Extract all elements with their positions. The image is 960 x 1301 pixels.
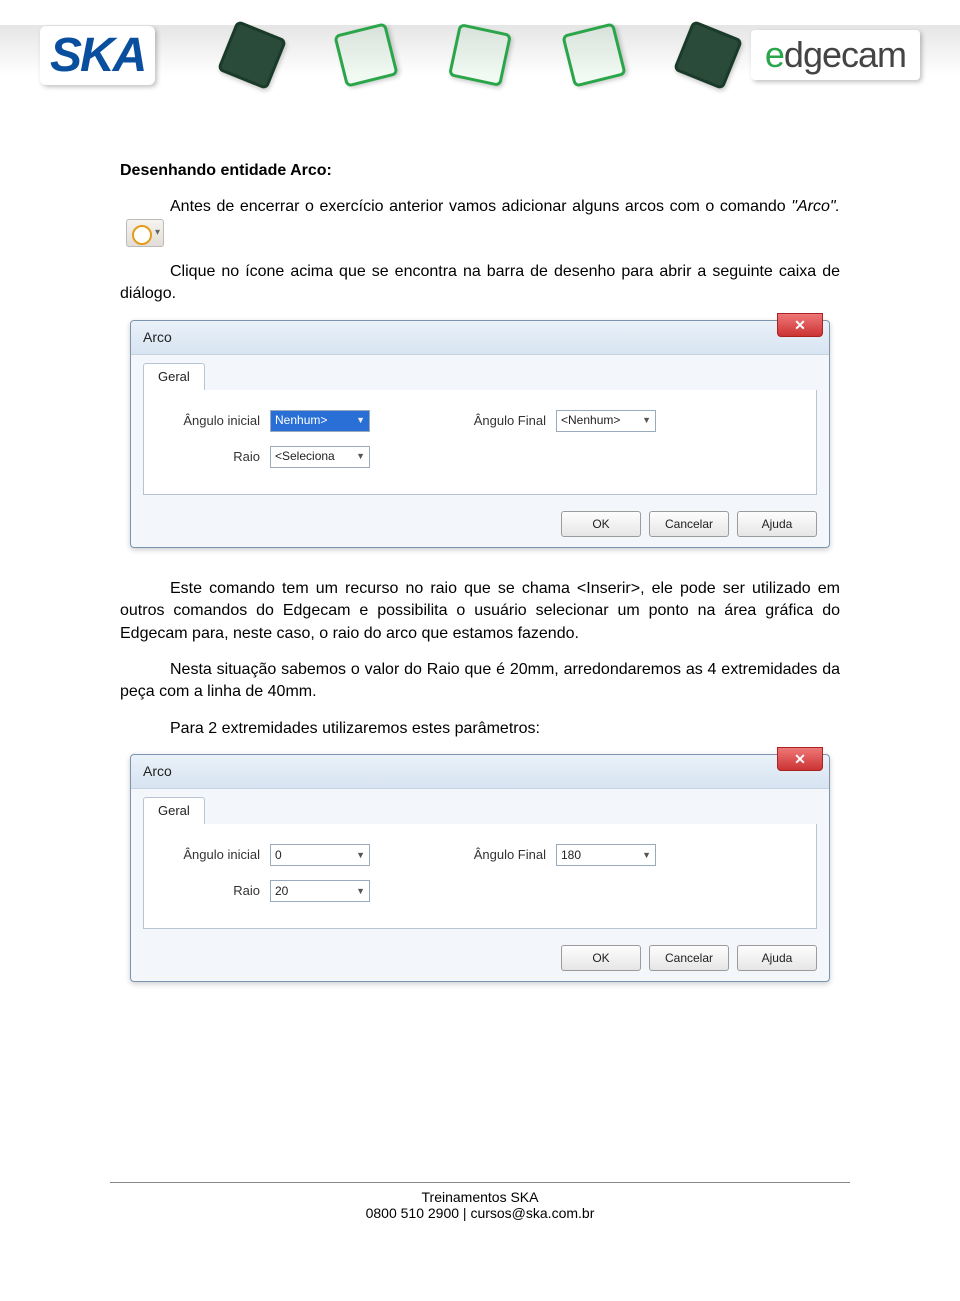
close-button[interactable]: ✕ xyxy=(777,747,823,771)
paragraph-4: Nesta situação sabemos o valor do Raio q… xyxy=(120,659,840,704)
chevron-down-icon: ▼ xyxy=(356,885,365,898)
angulo-final-label: Ângulo Final xyxy=(450,412,546,430)
dialog-title: Arco xyxy=(143,763,172,779)
close-button[interactable]: ✕ xyxy=(777,313,823,337)
cancel-button[interactable]: Cancelar xyxy=(649,511,729,537)
angulo-final-input[interactable]: <Nenhum>▼ xyxy=(556,410,656,432)
raio-label: Raio xyxy=(164,882,260,900)
angulo-inicial-input[interactable]: 0▼ xyxy=(270,844,370,866)
angulo-inicial-input[interactable]: Nenhum>▼ xyxy=(270,410,370,432)
arc-tool-icon xyxy=(126,219,164,247)
chevron-down-icon: ▼ xyxy=(642,849,651,862)
tab-geral[interactable]: Geral xyxy=(143,797,205,824)
raio-label: Raio xyxy=(164,448,260,466)
chevron-down-icon: ▼ xyxy=(356,414,365,427)
raio-input[interactable]: <Seleciona▼ xyxy=(270,446,370,468)
angulo-final-input[interactable]: 180▼ xyxy=(556,844,656,866)
ok-button[interactable]: OK xyxy=(561,945,641,971)
paragraph-5: Para 2 extremidades utilizaremos estes p… xyxy=(120,718,840,740)
section-title: Desenhando entidade Arco: xyxy=(120,160,840,182)
dialog-title: Arco xyxy=(143,329,172,345)
arc-dialog-1: Arco ✕ Geral Ângulo inicial Nenhum>▼ Rai… xyxy=(130,320,830,548)
tab-geral[interactable]: Geral xyxy=(143,363,205,390)
chevron-down-icon: ▼ xyxy=(356,450,365,463)
edgecam-logo: edgecam xyxy=(751,30,920,80)
footer-line-2: 0800 510 2900 | cursos@ska.com.br xyxy=(0,1205,960,1221)
chevron-down-icon: ▼ xyxy=(356,849,365,862)
chevron-down-icon: ▼ xyxy=(642,414,651,427)
page-header: SKA edgecam xyxy=(0,0,960,110)
footer-line-1: Treinamentos SKA xyxy=(0,1189,960,1205)
dialog-titlebar: Arco ✕ xyxy=(131,321,829,355)
paragraph-3: Este comando tem um recurso no raio que … xyxy=(120,578,840,645)
page-footer: Treinamentos SKA 0800 510 2900 | cursos@… xyxy=(0,1182,960,1221)
angulo-final-label: Ângulo Final xyxy=(450,846,546,864)
help-button[interactable]: Ajuda xyxy=(737,511,817,537)
help-button[interactable]: Ajuda xyxy=(737,945,817,971)
ska-logo: SKA xyxy=(40,26,155,85)
dialog-titlebar: Arco ✕ xyxy=(131,755,829,789)
raio-input[interactable]: 20▼ xyxy=(270,880,370,902)
arc-dialog-2: Arco ✕ Geral Ângulo inicial 0▼ Raio xyxy=(130,754,830,982)
angulo-inicial-label: Ângulo inicial xyxy=(164,412,260,430)
cancel-button[interactable]: Cancelar xyxy=(649,945,729,971)
angulo-inicial-label: Ângulo inicial xyxy=(164,846,260,864)
paragraph-2: Clique no ícone acima que se encontra na… xyxy=(120,261,840,306)
paragraph-1: Antes de encerrar o exercício anterior v… xyxy=(120,196,840,246)
ok-button[interactable]: OK xyxy=(561,511,641,537)
